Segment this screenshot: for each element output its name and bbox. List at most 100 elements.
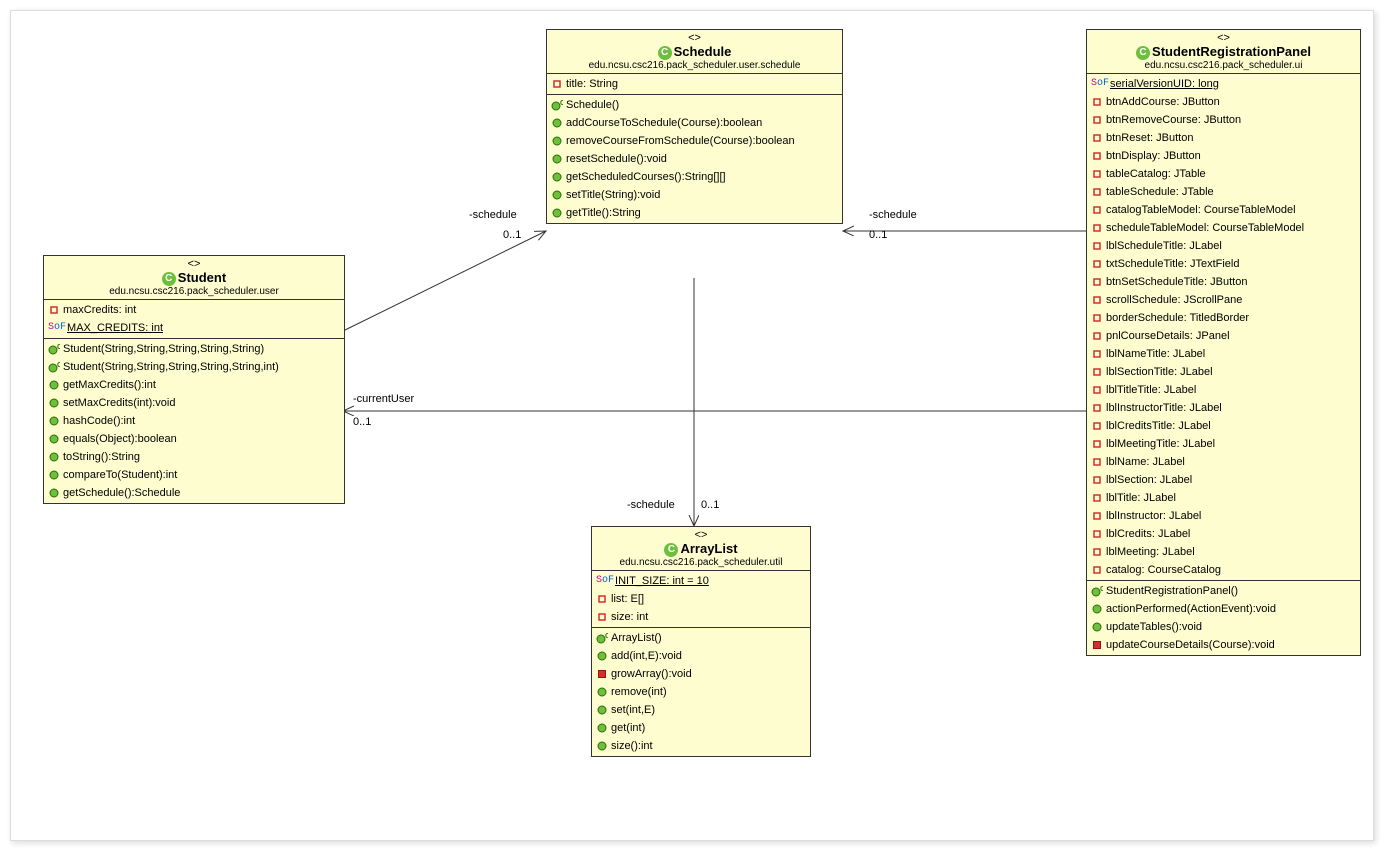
- field-row: catalogTableModel: CourseTableModel: [1087, 201, 1360, 219]
- method-row: size():int: [592, 737, 810, 755]
- method-row: equals(Object):boolean: [44, 430, 344, 448]
- member-text: ArrayList(): [611, 630, 662, 646]
- public-method-icon: [551, 171, 563, 183]
- member-text: remove(int): [611, 684, 667, 700]
- member-text: setMaxCredits(int):void: [63, 395, 175, 411]
- field-row: btnAddCourse: JButton: [1087, 93, 1360, 111]
- method-row: getMaxCredits():int: [44, 376, 344, 394]
- field-row: btnDisplay: JButton: [1087, 147, 1360, 165]
- method-row: CSchedule(): [547, 96, 842, 114]
- member-text: actionPerformed(ActionEvent):void: [1106, 601, 1276, 617]
- member-text: hashCode():int: [63, 413, 135, 429]
- field-row: list: E[]: [592, 590, 810, 608]
- class-arraylist[interactable]: <>CArrayListedu.ncsu.csc216.pack_schedul…: [591, 526, 811, 757]
- public-method-icon: [48, 469, 60, 481]
- member-text: StudentRegistrationPanel(): [1106, 583, 1238, 599]
- member-text: removeCourseFromSchedule(Course):boolean: [566, 133, 795, 149]
- field-row: lblSectionTitle: JLabel: [1087, 363, 1360, 381]
- private-field-icon: [1091, 366, 1103, 378]
- class-name: CArrayList: [596, 541, 806, 557]
- class-name: CStudent: [48, 270, 340, 286]
- member-text: txtScheduleTitle: JTextField: [1106, 256, 1239, 272]
- public-method-icon: [551, 117, 563, 129]
- method-row: CArrayList(): [592, 629, 810, 647]
- public-method-icon: [596, 704, 608, 716]
- constructor-icon: C: [48, 343, 60, 355]
- package-name: edu.ncsu.csc216.pack_scheduler.user.sche…: [551, 60, 838, 71]
- member-text: btnRemoveCourse: JButton: [1106, 112, 1241, 128]
- field-row: title: String: [547, 75, 842, 93]
- private-field-icon: [1091, 294, 1103, 306]
- field-row: lblName: JLabel: [1087, 453, 1360, 471]
- member-text: updateTables():void: [1106, 619, 1202, 635]
- field-row: borderSchedule: TitledBorder: [1087, 309, 1360, 327]
- class-header: <>CStudentRegistrationPaneledu.ncsu.csc2…: [1087, 30, 1360, 74]
- private-field-icon: [1091, 150, 1103, 162]
- method-row: getTitle():String: [547, 204, 842, 222]
- field-row: SoFINIT_SIZE: int = 10: [592, 572, 810, 590]
- member-text: Student(String,String,String,String,Stri…: [63, 341, 264, 357]
- member-text: lblName: JLabel: [1106, 454, 1185, 470]
- methods-section: CArrayList()add(int,E):voidgrowArray():v…: [592, 628, 810, 756]
- private-field-icon: [1091, 384, 1103, 396]
- rel-label: -schedule: [469, 209, 517, 221]
- member-text: Student(String,String,String,String,Stri…: [63, 359, 279, 375]
- member-text: maxCredits: int: [63, 302, 136, 318]
- private-field-icon: [1091, 420, 1103, 432]
- method-row: add(int,E):void: [592, 647, 810, 665]
- methods-section: CStudent(String,String,String,String,Str…: [44, 339, 344, 503]
- private-field-icon: [48, 304, 60, 316]
- public-method-icon: [596, 686, 608, 698]
- public-method-icon: [551, 189, 563, 201]
- rel-label: -currentUser: [353, 393, 414, 405]
- field-row: btnReset: JButton: [1087, 129, 1360, 147]
- public-method-icon: [551, 153, 563, 165]
- field-row: lblTitleTitle: JLabel: [1087, 381, 1360, 399]
- public-method-icon: [551, 135, 563, 147]
- method-row: set(int,E): [592, 701, 810, 719]
- method-row: growArray():void: [592, 665, 810, 683]
- package-name: edu.ncsu.csc216.pack_scheduler.ui: [1091, 60, 1356, 71]
- member-text: lblSectionTitle: JLabel: [1106, 364, 1213, 380]
- class-schedule[interactable]: <>CScheduleedu.ncsu.csc216.pack_schedule…: [546, 29, 843, 224]
- private-field-icon: [1091, 402, 1103, 414]
- field-row: scheduleTableModel: CourseTableModel: [1087, 219, 1360, 237]
- method-row: get(int): [592, 719, 810, 737]
- private-method-icon: [596, 668, 608, 680]
- private-field-icon: [1091, 204, 1103, 216]
- public-method-icon: [596, 650, 608, 662]
- public-method-icon: [596, 740, 608, 752]
- private-field-icon: [1091, 240, 1103, 252]
- member-text: size: int: [611, 609, 648, 625]
- rel-mult: 0..1: [353, 416, 371, 428]
- private-field-icon: [1091, 348, 1103, 360]
- public-method-icon: [1091, 603, 1103, 615]
- public-method-icon: [48, 397, 60, 409]
- member-text: lblTitleTitle: JLabel: [1106, 382, 1196, 398]
- field-row: btnRemoveCourse: JButton: [1087, 111, 1360, 129]
- member-text: toString():String: [63, 449, 140, 465]
- public-method-icon: [48, 487, 60, 499]
- field-row: scrollSchedule: JScrollPane: [1087, 291, 1360, 309]
- class-student[interactable]: <>CStudentedu.ncsu.csc216.pack_scheduler…: [43, 255, 345, 504]
- member-text: tableCatalog: JTable: [1106, 166, 1206, 182]
- public-method-icon: [551, 207, 563, 219]
- method-row: setTitle(String):void: [547, 186, 842, 204]
- class-icon: C: [1136, 46, 1150, 60]
- field-row: btnSetScheduleTitle: JButton: [1087, 273, 1360, 291]
- member-text: get(int): [611, 720, 645, 736]
- class-header: <>CScheduleedu.ncsu.csc216.pack_schedule…: [547, 30, 842, 74]
- class-registration-panel[interactable]: <>CStudentRegistrationPaneledu.ncsu.csc2…: [1086, 29, 1361, 656]
- rel-mult: 0..1: [503, 229, 521, 241]
- private-field-icon: [1091, 168, 1103, 180]
- methods-section: CStudentRegistrationPanel()actionPerform…: [1087, 581, 1360, 655]
- member-text: btnDisplay: JButton: [1106, 148, 1201, 164]
- private-field-icon: [596, 611, 608, 623]
- field-row: tableCatalog: JTable: [1087, 165, 1360, 183]
- member-text: lblCreditsTitle: JLabel: [1106, 418, 1211, 434]
- member-text: lblSection: JLabel: [1106, 472, 1192, 488]
- static-final-icon: SoF: [1091, 76, 1109, 92]
- field-row: lblSection: JLabel: [1087, 471, 1360, 489]
- class-icon: C: [162, 272, 176, 286]
- member-text: setTitle(String):void: [566, 187, 660, 203]
